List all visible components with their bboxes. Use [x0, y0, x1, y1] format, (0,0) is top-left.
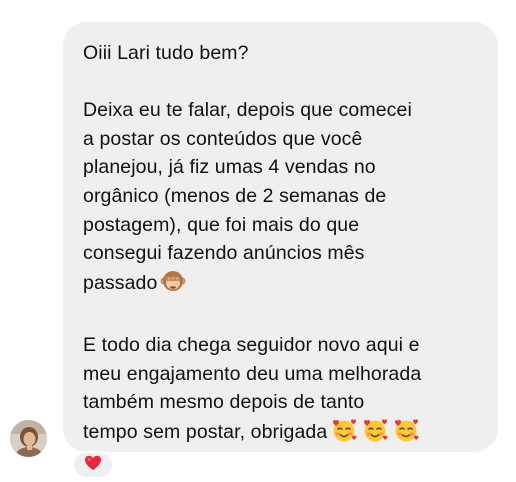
see-no-evil-monkey-icon — [160, 268, 186, 303]
reaction-badge[interactable] — [72, 451, 114, 479]
message-line: a postar os conteúdos que você — [83, 127, 363, 150]
message-greeting: Oiii Lari tudo bem? — [83, 42, 249, 64]
message-line: Deixa eu te falar, depois que comecei — [83, 99, 412, 122]
avatar-photo — [10, 420, 47, 457]
message-line-with-emoji: tempo sem postar, obrigada — [83, 417, 478, 452]
message-line: consegui fazendo anúncios mês — [83, 242, 365, 265]
message-bubble[interactable]: Oiii Lari tudo bem? Deixa eu te falar, d… — [63, 22, 498, 452]
smiling-face-with-hearts-icon — [361, 417, 389, 452]
message-line: orgânico (menos de 2 semanas de — [83, 184, 387, 207]
message-line: também mesmo depois de tanto — [83, 391, 365, 414]
smiling-face-with-hearts-icon — [330, 417, 358, 452]
avatar[interactable] — [10, 420, 47, 457]
smiling-face-with-hearts-icon — [392, 417, 420, 452]
message-line-text: passado — [83, 271, 158, 294]
chat-area: Oiii Lari tudo bem? Deixa eu te falar, d… — [0, 0, 516, 482]
message-line-with-emoji: passado — [83, 268, 478, 303]
message-line: meu engajamento deu uma melhorada — [83, 362, 422, 385]
red-heart-icon — [84, 455, 102, 476]
message-line: planejou, já fiz umas 4 vendas no — [83, 156, 376, 179]
message-line: postagem), que foi mais do que — [83, 213, 360, 236]
message-line-text: tempo sem postar, obrigada — [83, 420, 328, 443]
message-line: E todo dia chega seguidor novo aqui e — [83, 333, 420, 356]
